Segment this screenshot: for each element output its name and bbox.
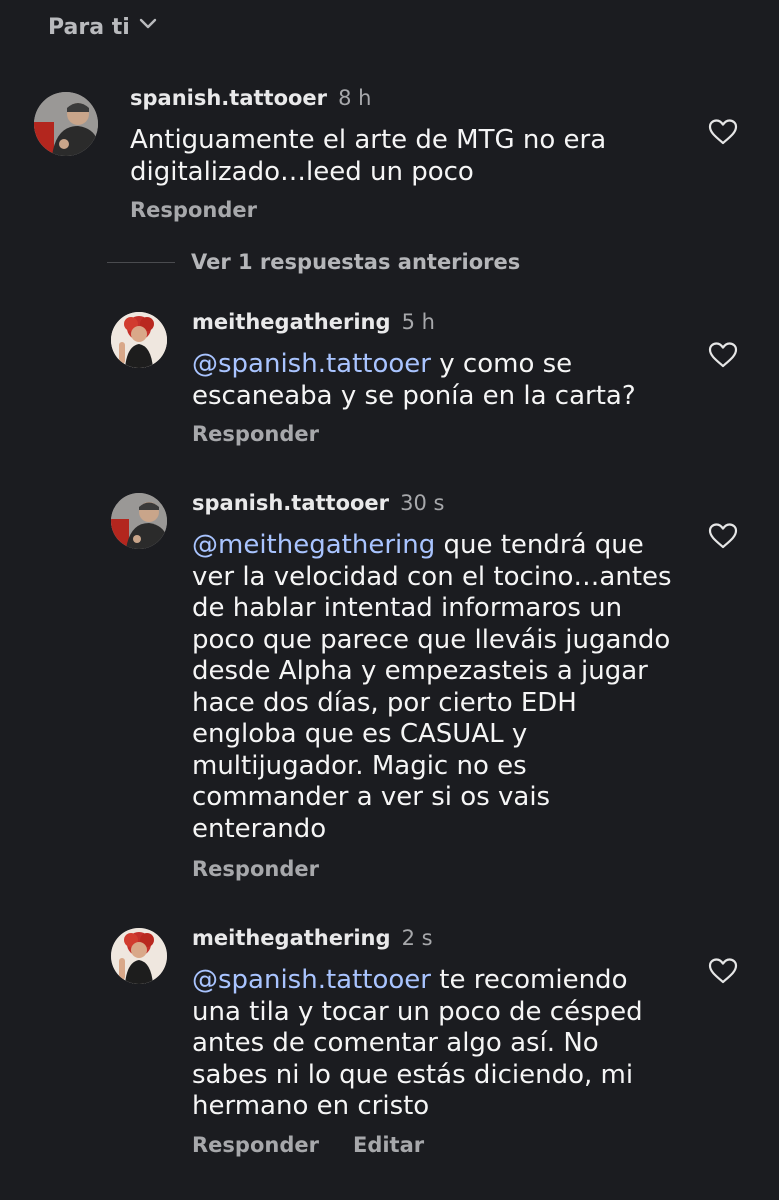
avatar[interactable] [111,928,167,984]
feed-filter-label: Para ti [48,14,130,40]
comment-text: @meithegathering que tendrá que ver la v… [192,530,672,845]
avatar[interactable] [111,493,167,549]
comment-username[interactable]: meithegathering [192,310,391,334]
comment-time: 5 h [401,310,435,334]
comment-text: @spanish.tattooer te recomiendo una tila… [192,965,657,1123]
like-button[interactable] [707,339,739,371]
reply-button[interactable]: Responder [192,1133,319,1157]
avatar[interactable] [111,312,167,368]
avatar[interactable] [34,92,98,156]
comment-username[interactable]: spanish.tattooer [192,491,389,515]
like-button[interactable] [707,520,739,552]
comment-time: 2 s [401,926,433,950]
heart-icon [708,958,738,984]
reply-button[interactable]: Responder [130,198,257,222]
thread-divider [107,261,175,263]
mention-link[interactable]: @spanish.tattooer [192,349,431,379]
comment-text: Antiguamente el arte de MTG no era digit… [130,125,650,188]
view-previous-replies-button[interactable]: Ver 1 respuestas anteriores [107,250,520,274]
like-button[interactable] [707,116,739,148]
comment-time: 8 h [338,86,372,110]
chevron-down-icon [138,14,158,40]
heart-icon [708,342,738,368]
heart-icon [708,523,738,549]
like-button[interactable] [707,955,739,987]
comment-body: que tendrá que ver la velocidad con el t… [192,530,672,844]
comment-body: Antiguamente el arte de MTG no era digit… [130,125,607,187]
edit-button[interactable]: Editar [353,1133,424,1157]
comment-text: @spanish.tattooer y como se escaneaba y … [192,349,642,412]
comment-time: 30 s [400,491,445,515]
view-replies-label: Ver 1 respuestas anteriores [191,250,521,274]
reply-button[interactable]: Responder [192,422,319,446]
feed-filter-dropdown[interactable]: Para ti [48,14,158,40]
mention-link[interactable]: @spanish.tattooer [192,965,431,995]
comment-username[interactable]: meithegathering [192,926,391,950]
heart-icon [708,119,738,145]
mention-link[interactable]: @meithegathering [192,530,435,560]
reply-button[interactable]: Responder [192,857,319,881]
comment-username[interactable]: spanish.tattooer [130,86,327,110]
